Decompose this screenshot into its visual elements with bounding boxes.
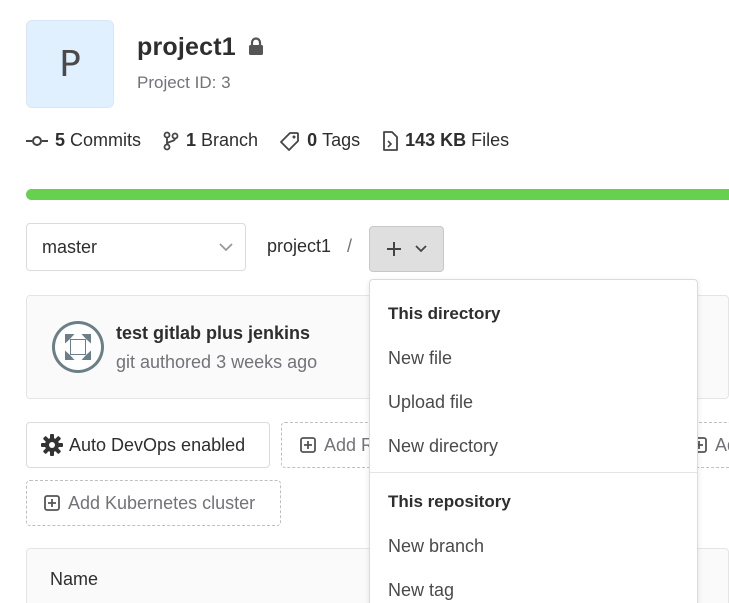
commits-label: Commits bbox=[70, 130, 142, 150]
tags-link[interactable]: 0 Tags bbox=[280, 130, 360, 151]
auto-devops-button[interactable]: Auto DevOps enabled bbox=[26, 422, 270, 468]
menu-item-new-directory[interactable]: New directory bbox=[388, 436, 498, 457]
add-kubernetes-label: Add Kubernetes cluster bbox=[68, 492, 256, 513]
branch-icon bbox=[163, 131, 179, 150]
project-id: Project ID: 3 bbox=[137, 73, 231, 92]
auto-devops-label: Auto DevOps enabled bbox=[69, 434, 246, 455]
menu-item-upload-file[interactable]: Upload file bbox=[388, 392, 473, 413]
menu-item-new-branch[interactable]: New branch bbox=[388, 536, 484, 557]
project-stats: 5 Commits 1 Branch 0 Tags 143 KB Files bbox=[26, 130, 531, 151]
column-header-name: Name bbox=[50, 569, 99, 589]
files-link[interactable]: 143 KB Files bbox=[382, 130, 509, 151]
tags-count: 0 bbox=[307, 130, 318, 150]
project-avatar: P bbox=[26, 20, 114, 108]
project-avatar-letter: P bbox=[59, 43, 81, 85]
project-title-row: project1 bbox=[137, 33, 264, 62]
breadcrumb-root[interactable]: project1 bbox=[267, 236, 331, 257]
user-avatar-icon[interactable] bbox=[51, 320, 105, 374]
commit-meta: git authored 3 weeks ago bbox=[116, 352, 318, 372]
branches-label: Branch bbox=[201, 130, 259, 150]
commits-link[interactable]: 5 Commits bbox=[26, 130, 141, 151]
section-header-repository: This repository bbox=[388, 492, 511, 511]
plus-square-icon bbox=[44, 495, 60, 511]
plus-icon bbox=[386, 242, 401, 256]
settings-gear-icon bbox=[41, 434, 63, 456]
lock-icon bbox=[248, 37, 264, 60]
repository-size-bar bbox=[26, 189, 729, 200]
branch-selector[interactable]: master bbox=[26, 223, 246, 271]
file-icon bbox=[383, 130, 399, 151]
breadcrumb-separator: / bbox=[347, 236, 353, 256]
branches-count: 1 bbox=[186, 130, 197, 150]
branch-selector-value: master bbox=[42, 236, 98, 257]
add-ci-label: Add CI/CD configuration bbox=[715, 434, 729, 455]
breadcrumb: project1 / bbox=[267, 236, 352, 257]
tags-label: Tags bbox=[322, 130, 361, 150]
chevron-down-icon bbox=[219, 242, 233, 251]
branches-link[interactable]: 1 Branch bbox=[163, 130, 258, 151]
dropdown-divider bbox=[370, 472, 697, 473]
commits-count: 5 bbox=[55, 130, 66, 150]
new-item-dropdown: This directory New file Upload file New … bbox=[369, 279, 698, 603]
tag-icon bbox=[280, 131, 299, 151]
chevron-down-icon bbox=[414, 245, 427, 253]
project-title: project1 bbox=[137, 33, 236, 61]
files-size: 143 KB bbox=[405, 130, 467, 150]
plus-square-icon bbox=[300, 437, 316, 453]
section-header-directory: This directory bbox=[388, 304, 501, 323]
menu-item-new-file[interactable]: New file bbox=[388, 348, 452, 369]
commit-title[interactable]: test gitlab plus jenkins bbox=[116, 323, 310, 344]
add-to-tree-button[interactable] bbox=[369, 226, 444, 272]
add-kubernetes-button[interactable]: Add Kubernetes cluster bbox=[26, 480, 281, 526]
commit-icon bbox=[26, 135, 48, 146]
files-label: Files bbox=[471, 130, 510, 150]
menu-item-new-tag[interactable]: New tag bbox=[388, 580, 454, 601]
